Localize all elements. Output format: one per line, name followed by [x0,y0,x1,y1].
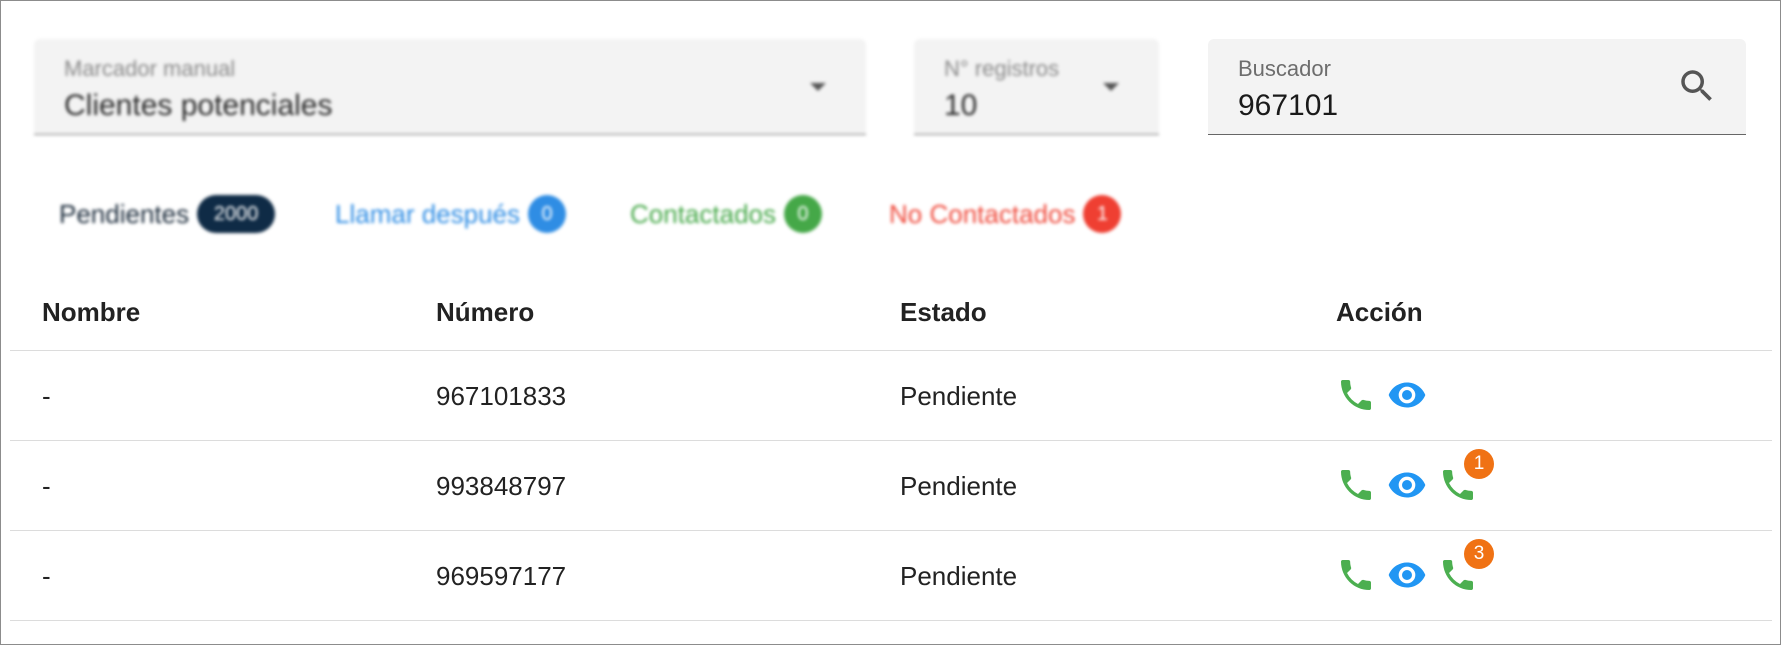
cell-numero: 969597177 [436,561,567,591]
search-label: Buscador [1238,56,1331,81]
cell-numero: 967101833 [436,381,567,411]
registros-label: N° registros [944,56,1060,81]
phone-icon[interactable] [1336,465,1376,505]
header-nombre: Nombre [42,297,141,327]
chevron-down-icon[interactable] [1103,83,1119,91]
phone-icon[interactable] [1336,555,1376,595]
count-badge: 0 [783,195,822,233]
eye-icon[interactable] [1387,375,1427,415]
chip-no-contactados[interactable]: No Contactados 1 [889,195,1122,233]
header-estado: Estado [900,297,987,327]
registros-select[interactable]: N° registros 10 [914,39,1159,135]
status-chips: Pendientes 2000 Llamar después 0 Contact… [59,195,1159,235]
count-badge: 0 [528,195,566,233]
cell-estado: Pendiente [900,471,1018,501]
app-frame: Marcador manual Clientes potenciales N° … [0,0,1781,645]
eye-icon[interactable] [1387,465,1427,505]
search-icon[interactable] [1676,65,1718,107]
cell-estado: Pendiente [900,561,1018,591]
count-badge: 1 [1083,195,1122,233]
eye-icon[interactable] [1387,555,1427,595]
marcador-label: Marcador manual [64,56,236,81]
chip-label: Contactados [630,198,776,229]
marcador-select[interactable]: Marcador manual Clientes potenciales [34,39,866,135]
phone-icon[interactable] [1336,375,1376,415]
search-input[interactable]: 967101 [1238,89,1338,123]
row-actions [1336,375,1536,415]
table-row: - 967101833 Pendiente [10,351,1772,441]
recall-count-badge: 1 [1464,449,1494,479]
cell-nombre: - [42,561,51,591]
cell-nombre: - [42,381,51,411]
recall-count-badge: 3 [1464,539,1494,569]
cell-numero: 993848797 [436,471,567,501]
cell-nombre: - [42,471,51,501]
row-actions: 3 [1336,539,1536,595]
chip-pendientes[interactable]: Pendientes 2000 [59,195,276,233]
chip-llamar-despues[interactable]: Llamar después 0 [335,195,566,233]
search-field[interactable]: Buscador 967101 [1208,39,1746,135]
header-numero: Número [436,297,535,327]
marcador-value: Clientes potenciales [64,89,333,122]
table-row: - 969597177 Pendiente 3 [10,531,1772,621]
chip-label: Llamar después [335,198,520,229]
cell-estado: Pendiente [900,381,1018,411]
row-actions: 1 [1336,449,1536,505]
table-row: - 993848797 Pendiente 1 [10,441,1772,531]
table-header: Nombre Número Estado Acción [10,281,1772,351]
header-accion: Acción [1336,297,1423,327]
registros-value: 10 [944,89,978,122]
chevron-down-icon[interactable] [810,83,826,91]
chip-label: No Contactados [889,198,1076,229]
contacts-table: Nombre Número Estado Acción - 967101833 … [10,281,1772,621]
chip-contactados[interactable]: Contactados 0 [630,195,822,233]
chip-label: Pendientes [59,198,190,229]
count-badge: 2000 [197,195,276,233]
